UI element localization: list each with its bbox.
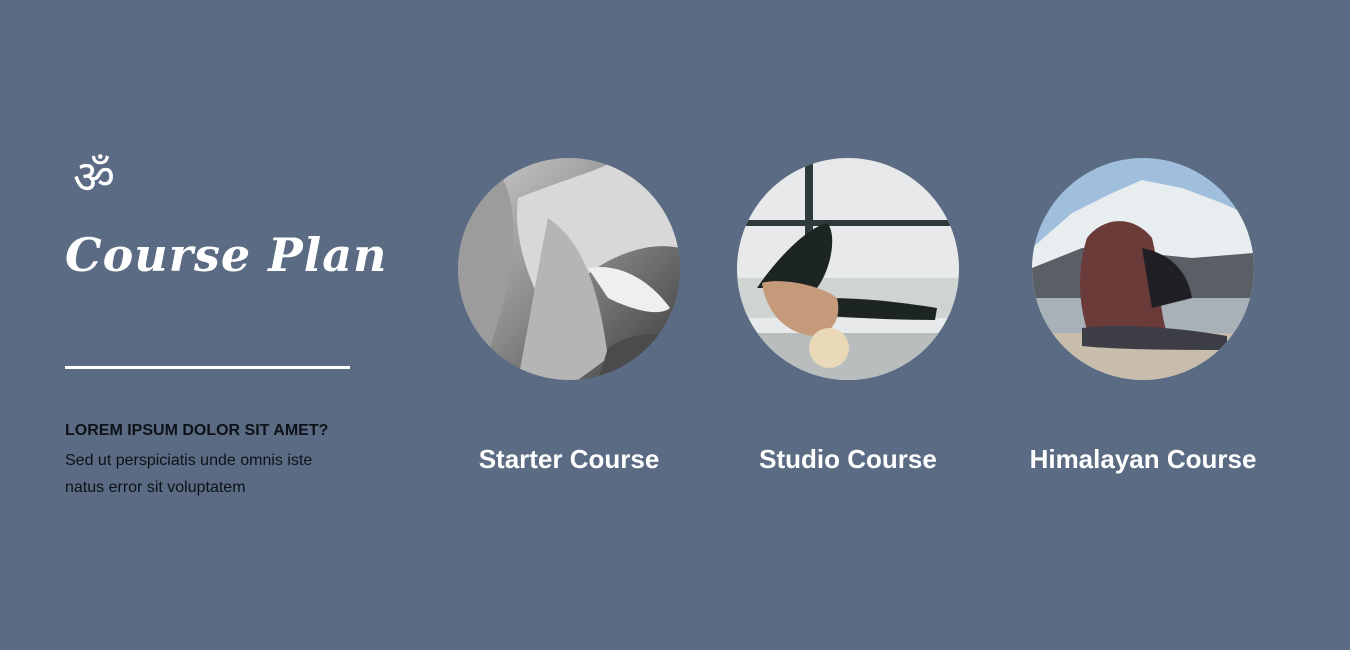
- course-image-starter[interactable]: [458, 158, 680, 380]
- course-card-starter[interactable]: Starter Course: [419, 158, 719, 488]
- intro-body: Sed ut perspiciatis unde omnis iste natu…: [65, 452, 313, 496]
- course-image-studio[interactable]: [737, 158, 959, 380]
- course-card-studio[interactable]: Studio Course: [698, 158, 998, 488]
- intro-question: LOREM IPSUM DOLOR SIT AMET?: [65, 422, 329, 439]
- course-label-himalayan[interactable]: Himalayan Course: [993, 444, 1293, 475]
- course-label-starter[interactable]: Starter Course: [419, 444, 719, 475]
- title-divider: [65, 366, 350, 369]
- om-icon: ॐ: [73, 150, 115, 204]
- course-label-studio[interactable]: Studio Course: [698, 444, 998, 475]
- course-image-himalayan[interactable]: [1032, 158, 1254, 380]
- course-card-himalayan[interactable]: Himalayan Course: [993, 158, 1293, 488]
- section-title: Course Plan: [65, 228, 388, 282]
